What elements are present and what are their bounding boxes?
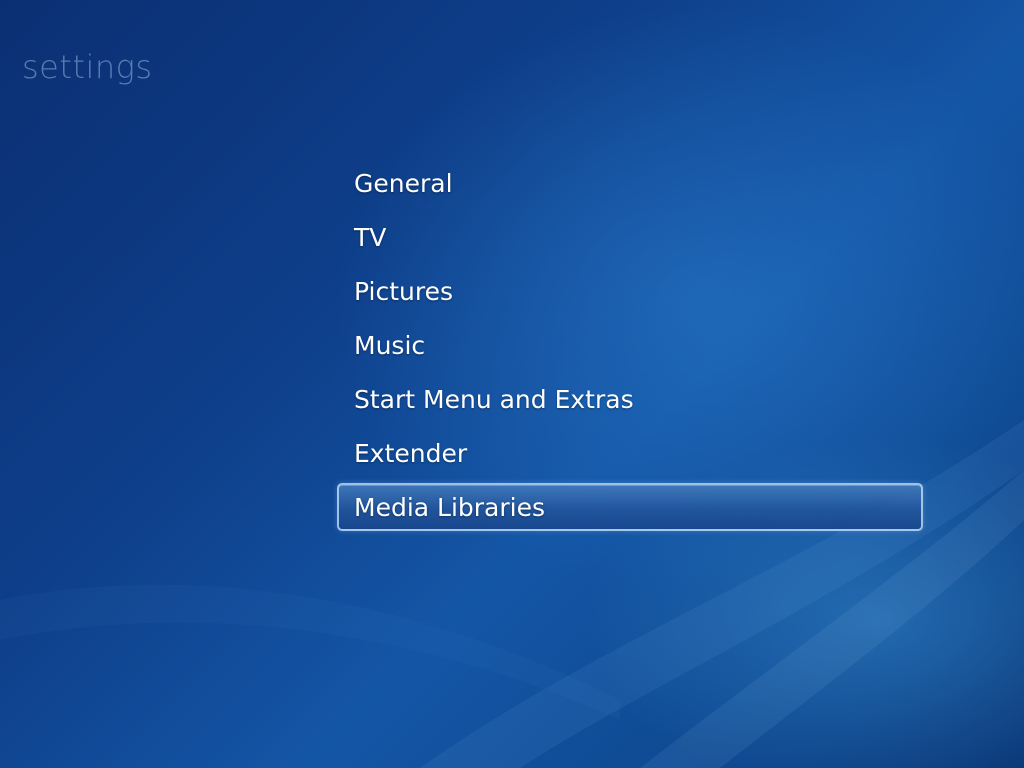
menu-item-tv[interactable]: TV <box>337 213 923 261</box>
menu-item-extender[interactable]: Extender <box>337 429 923 477</box>
menu-item-start-menu-and-extras[interactable]: Start Menu and Extras <box>337 375 923 423</box>
settings-menu: General TV Pictures Music Start Menu and… <box>337 159 923 537</box>
menu-item-music[interactable]: Music <box>337 321 923 369</box>
menu-item-media-libraries[interactable]: Media Libraries <box>337 483 923 531</box>
page-title: settings <box>22 48 153 86</box>
menu-item-general[interactable]: General <box>337 159 923 207</box>
menu-item-pictures[interactable]: Pictures <box>337 267 923 315</box>
